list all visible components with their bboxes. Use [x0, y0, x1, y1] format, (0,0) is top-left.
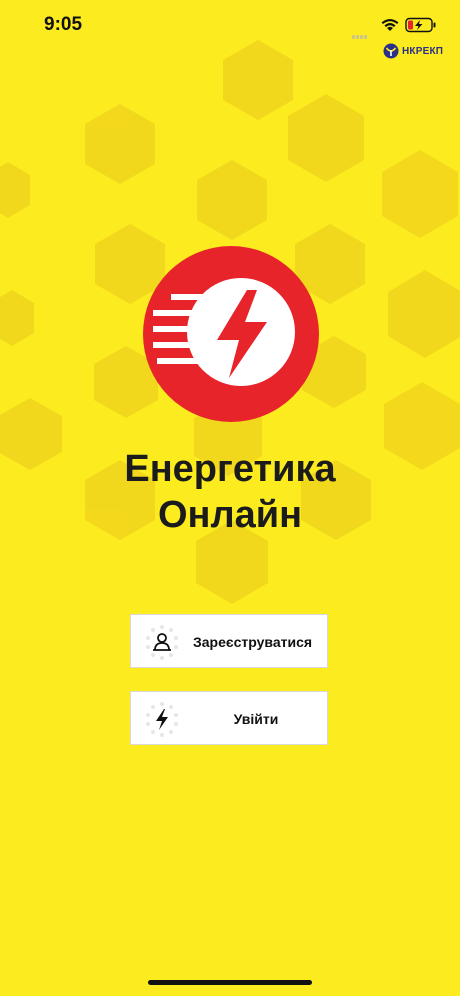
regulator-emblem-icon	[383, 43, 399, 59]
status-time: 9:05	[44, 14, 83, 35]
app-title-line1: Енергетика	[124, 448, 336, 490]
app-logo	[143, 246, 319, 422]
hexagon	[388, 270, 460, 358]
regulator-label: НКРЕКП	[402, 45, 444, 57]
lightning-icon	[146, 702, 178, 737]
hexagon	[197, 160, 267, 240]
wifi-icon	[381, 19, 399, 31]
hexagon	[0, 162, 30, 218]
cellular-signal-icon	[352, 26, 370, 39]
hexagon	[382, 150, 458, 238]
login-button[interactable]: Увійти	[130, 691, 328, 745]
hexagon	[85, 104, 155, 184]
battery-charging-icon	[405, 17, 436, 33]
login-label: Увійти	[233, 711, 279, 727]
home-indicator[interactable]	[148, 980, 312, 985]
hexagon	[288, 94, 364, 182]
app-title: Енергетика Онлайн	[0, 446, 460, 538]
hexagon	[223, 40, 293, 120]
app-title-line2: Онлайн	[157, 494, 303, 536]
register-label: Зареєструватися	[193, 634, 313, 650]
user-icon	[146, 625, 178, 660]
hexagon	[0, 290, 34, 346]
register-button[interactable]: Зареєструватися	[130, 614, 328, 668]
regulator-logo: НКРЕКП	[383, 43, 443, 59]
